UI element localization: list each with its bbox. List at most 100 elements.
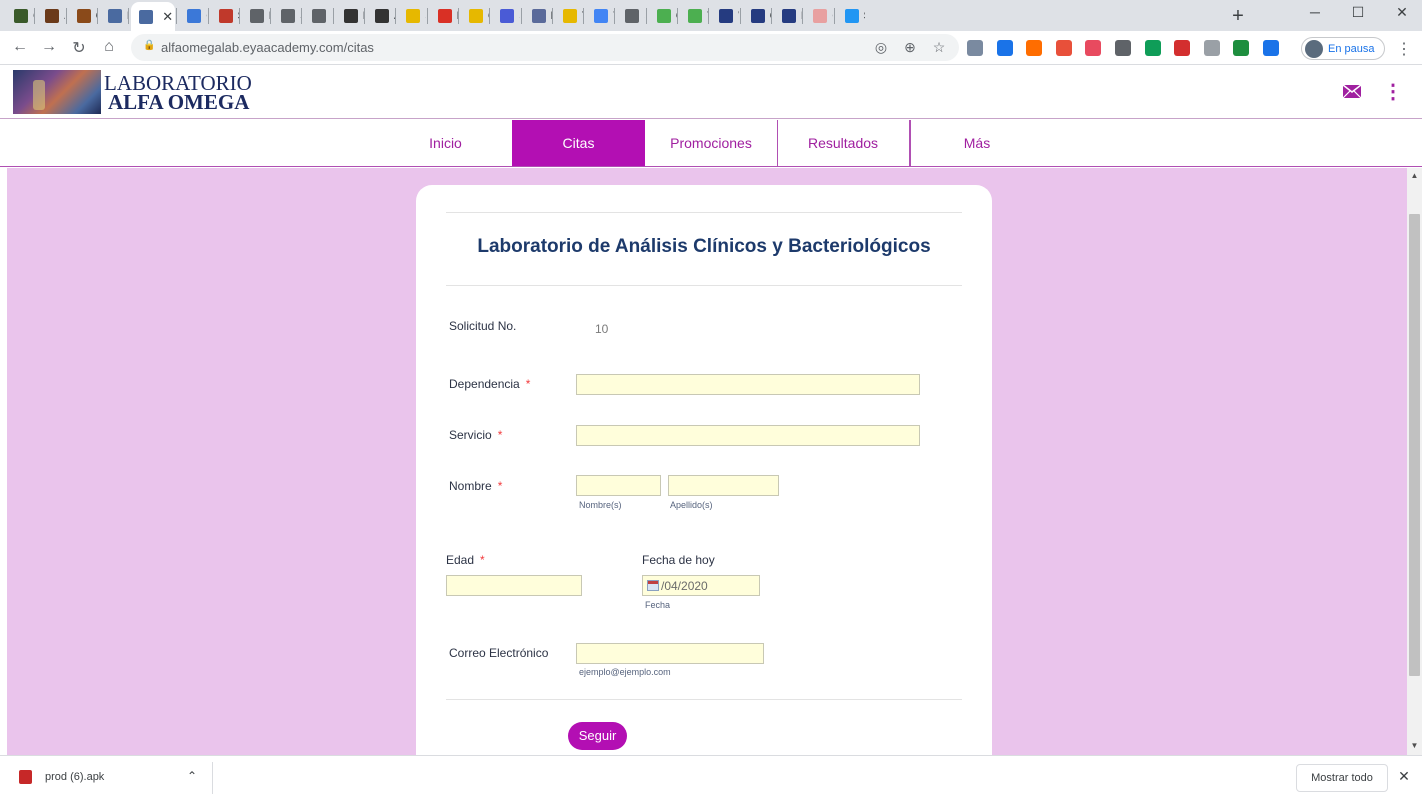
browser-tab[interactable]: W	[711, 4, 739, 28]
browser-tab[interactable]: El	[430, 4, 457, 28]
browser-tab[interactable]: M	[336, 4, 363, 28]
browser-tab[interactable]: A	[37, 4, 65, 28]
browser-menu-icon[interactable]: ⋮	[1396, 39, 1412, 59]
tab-separator	[34, 8, 36, 24]
install-icon[interactable]: ⊕	[901, 39, 919, 56]
show-all-button[interactable]: Mostrar todo	[1296, 764, 1388, 792]
browser-tab[interactable]: Ec	[774, 4, 801, 28]
first-name-sublabel: Nombre(s)	[579, 500, 622, 510]
extension-icon[interactable]	[1115, 40, 1131, 56]
browser-tab[interactable]: Si	[304, 4, 332, 28]
browser-tab[interactable]: C	[805, 4, 832, 28]
extension-icon[interactable]	[1203, 40, 1220, 56]
mail-icon[interactable]	[1341, 80, 1363, 102]
browser-tab[interactable]: Si	[492, 4, 519, 28]
window-close-button[interactable]: ✕	[1392, 4, 1412, 21]
tab-separator	[833, 8, 835, 24]
browser-tab[interactable]: Cl	[179, 4, 206, 28]
download-bar-close-icon[interactable]: ✕	[1396, 768, 1412, 785]
browser-tab[interactable]: C	[461, 4, 488, 28]
browser-tab[interactable]: Tr	[680, 4, 707, 28]
fecha-sublabel: Fecha	[645, 600, 671, 610]
browser-tab[interactable]: G	[6, 4, 33, 28]
lock-icon[interactable]: 🔒	[143, 40, 155, 51]
tab-favicon-icon	[500, 9, 515, 23]
correo-label: Correo Electrónico	[449, 646, 549, 660]
calendar-icon[interactable]	[647, 580, 659, 591]
location-icon[interactable]: ◎	[872, 39, 890, 56]
correo-field[interactable]	[576, 643, 764, 664]
browser-tab[interactable]: Si	[398, 4, 426, 28]
nav-citas[interactable]: Citas	[512, 120, 645, 166]
address-bar[interactable]: 🔒 alfaomegalab.eyaacademy.com/citas ◎ ⊕ …	[131, 34, 959, 61]
logo-image[interactable]	[13, 70, 101, 114]
bookmark-star-icon[interactable]: ☆	[930, 39, 948, 56]
tab-favicon-icon	[719, 9, 734, 23]
file-icon[interactable]	[19, 770, 32, 784]
extension-icon[interactable]	[967, 40, 983, 56]
seguir-button[interactable]: Seguir	[568, 722, 627, 750]
page-scrollbar[interactable]: ▲ ▼	[1407, 168, 1422, 755]
browser-tab[interactable]: Si	[617, 4, 645, 28]
extension-icon[interactable]	[1174, 40, 1191, 56]
last-name-field[interactable]	[668, 475, 779, 496]
nav-resultados[interactable]: Resultados	[777, 120, 910, 166]
logo-text[interactable]: LABORATORIO ALFA OMEGA	[104, 73, 252, 113]
nav-inicio[interactable]: Inicio	[379, 120, 512, 166]
extension-icon[interactable]	[1263, 40, 1279, 56]
tab-separator	[489, 8, 491, 24]
nav-mas[interactable]: Más	[910, 120, 1043, 166]
fecha-field[interactable]: /04/2020	[642, 575, 760, 596]
tab-favicon-icon	[531, 9, 546, 23]
chevron-up-icon[interactable]: ⌃	[185, 769, 199, 783]
site-more-icon[interactable]: ⋮	[1383, 79, 1403, 104]
home-button[interactable]: ⌂	[99, 38, 119, 56]
minimize-button[interactable]: ─	[1305, 4, 1325, 20]
extension-icon[interactable]	[1055, 40, 1072, 56]
extension-icon[interactable]	[1026, 40, 1043, 56]
download-file-name[interactable]: prod (6).apk	[45, 771, 104, 783]
browser-tab[interactable]: Pi	[100, 4, 127, 28]
reload-button[interactable]: ↻	[69, 38, 89, 58]
browser-tab[interactable]: Si	[837, 4, 864, 28]
extension-icon[interactable]	[1233, 40, 1250, 56]
browser-tab[interactable]: Tc	[555, 4, 582, 28]
tab-separator	[395, 8, 397, 24]
tab-close-icon[interactable]: ✕	[162, 9, 173, 25]
forward-button[interactable]: →	[39, 38, 59, 56]
profile-button[interactable]: En pausa	[1301, 37, 1385, 60]
nav-promociones[interactable]: Promociones	[645, 120, 778, 166]
new-tab-button[interactable]: +	[1228, 5, 1248, 28]
browser-tab[interactable]: El	[242, 4, 269, 28]
first-name-field[interactable]	[576, 475, 661, 496]
scrollbar-thumb[interactable]	[1409, 214, 1420, 676]
back-button[interactable]: ←	[10, 38, 30, 56]
browser-tab[interactable]: Tr	[586, 4, 613, 28]
browser-tab[interactable]: Si	[273, 4, 300, 28]
dependencia-field[interactable]	[576, 374, 920, 395]
tab-separator	[583, 8, 585, 24]
browser-tab[interactable]: Fi	[524, 4, 551, 28]
scroll-down-icon[interactable]: ▼	[1407, 741, 1422, 750]
browser-toolbar: ← → ↻ ⌂ 🔒 alfaomegalab.eyaacademy.com/ci…	[0, 31, 1422, 65]
browser-tab[interactable]: G	[743, 4, 770, 28]
edad-field[interactable]	[446, 575, 582, 596]
extension-icon[interactable]	[1144, 40, 1161, 56]
scroll-up-icon[interactable]: ▲	[1407, 171, 1422, 180]
url-text[interactable]: alfaomegalab.eyaacademy.com/citas	[161, 40, 374, 55]
tab-separator	[207, 8, 209, 24]
tab-favicon-icon	[468, 9, 483, 23]
servicio-field[interactable]	[576, 425, 920, 446]
tab-separator	[677, 8, 678, 24]
browser-tab[interactable]: ✕	[131, 2, 176, 31]
browser-tab[interactable]: A	[367, 4, 394, 28]
browser-tab[interactable]: C	[69, 4, 96, 28]
maximize-button[interactable]: ☐	[1348, 4, 1368, 21]
extension-icon[interactable]	[996, 40, 1013, 56]
divider	[212, 762, 213, 794]
browser-tab[interactable]: Sc	[211, 4, 238, 28]
tab-favicon-icon	[139, 9, 154, 24]
dependencia-label: Dependencia *	[449, 377, 531, 391]
extension-icon[interactable]	[1085, 40, 1102, 56]
browser-tab[interactable]: G	[649, 4, 676, 28]
